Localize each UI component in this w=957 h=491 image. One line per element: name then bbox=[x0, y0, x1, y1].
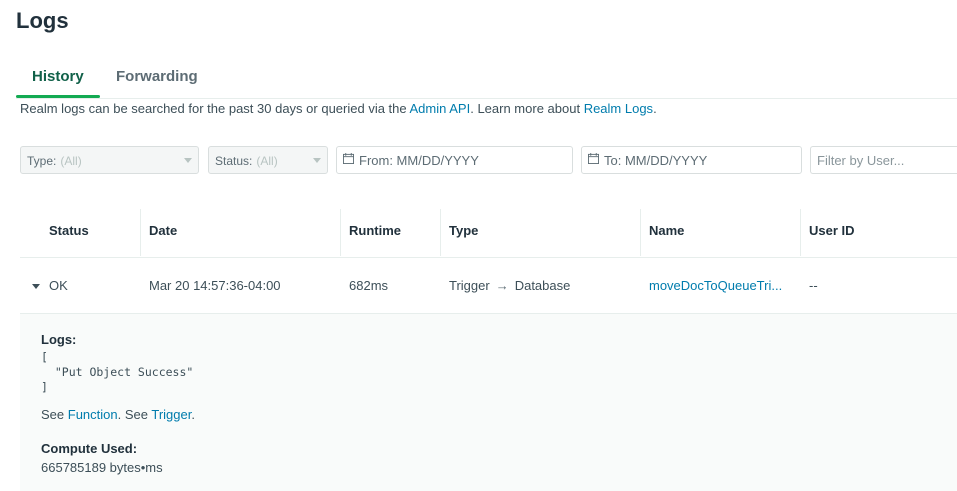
trigger-link[interactable]: Trigger bbox=[151, 407, 191, 422]
type-filter-select[interactable]: Type: (All) bbox=[20, 146, 199, 174]
user-filter-input[interactable]: Filter by User... bbox=[810, 146, 957, 174]
status-filter-value: (All) bbox=[256, 154, 278, 168]
status-filter-select[interactable]: Status: (All) bbox=[208, 146, 328, 174]
logs-line: ] bbox=[41, 380, 48, 394]
user-filter-placeholder: Filter by User... bbox=[817, 153, 905, 168]
header-user-id[interactable]: User ID bbox=[800, 209, 957, 256]
header-type[interactable]: Type bbox=[440, 209, 640, 256]
row-detail-panel: Logs: [ "Put Object Success" ] See Funct… bbox=[20, 314, 957, 491]
tab-history[interactable]: History bbox=[16, 68, 100, 98]
to-date-placeholder: To: MM/DD/YYYY bbox=[604, 153, 708, 168]
admin-api-link[interactable]: Admin API bbox=[410, 101, 471, 116]
compute-used-label: Compute Used: bbox=[41, 441, 138, 456]
info-text: Realm logs can be searched for the past … bbox=[20, 101, 657, 116]
info-prefix: Realm logs can be searched for the past … bbox=[20, 101, 410, 116]
from-date-placeholder: From: MM/DD/YYYY bbox=[359, 153, 479, 168]
info-middle: . Learn more about bbox=[470, 101, 584, 116]
see-links: See Function. See Trigger. bbox=[41, 407, 195, 422]
table-row[interactable]: OK Mar 20 14:57:36-04:00 682ms Trigger → D… bbox=[20, 257, 957, 314]
calendar-icon bbox=[588, 153, 599, 164]
to-date-input[interactable]: To: MM/DD/YYYY bbox=[581, 146, 802, 174]
row-user-id: -- bbox=[809, 278, 818, 293]
table-header: Status Date Runtime Type Name User ID bbox=[20, 209, 957, 256]
row-runtime: 682ms bbox=[349, 278, 389, 293]
info-suffix: . bbox=[653, 101, 657, 116]
row-type: Trigger → Database bbox=[449, 278, 571, 293]
row-status: OK bbox=[49, 278, 68, 293]
header-runtime[interactable]: Runtime bbox=[340, 209, 440, 256]
from-date-input[interactable]: From: MM/DD/YYYY bbox=[336, 146, 573, 174]
header-name[interactable]: Name bbox=[640, 209, 800, 256]
tab-forwarding[interactable]: Forwarding bbox=[116, 68, 198, 98]
logs-line: "Put Object Success" bbox=[41, 365, 194, 379]
arrow-right-icon: → bbox=[495, 278, 509, 293]
logs-label: Logs: bbox=[41, 332, 77, 347]
type-filter-label: Type: (All) bbox=[27, 154, 82, 168]
chevron-down-icon bbox=[184, 158, 192, 163]
compute-used-value: 665785189 bytes•ms bbox=[41, 460, 163, 475]
type-filter-value: (All) bbox=[60, 154, 82, 168]
row-date: Mar 20 14:57:36-04:00 bbox=[149, 278, 281, 293]
expand-caret-icon[interactable] bbox=[32, 284, 40, 289]
header-status[interactable]: Status bbox=[41, 209, 140, 256]
realm-logs-link[interactable]: Realm Logs bbox=[584, 101, 653, 116]
page-title: Logs bbox=[16, 8, 69, 33]
calendar-icon bbox=[343, 153, 354, 164]
header-date[interactable]: Date bbox=[140, 209, 340, 256]
chevron-down-icon bbox=[313, 158, 321, 163]
function-link[interactable]: Function bbox=[68, 407, 118, 422]
tab-bar: History Forwarding bbox=[16, 64, 957, 99]
row-name-link[interactable]: moveDocToQueueTri... bbox=[649, 278, 782, 293]
logs-line: [ bbox=[41, 350, 48, 364]
status-filter-label: Status: (All) bbox=[215, 154, 278, 168]
